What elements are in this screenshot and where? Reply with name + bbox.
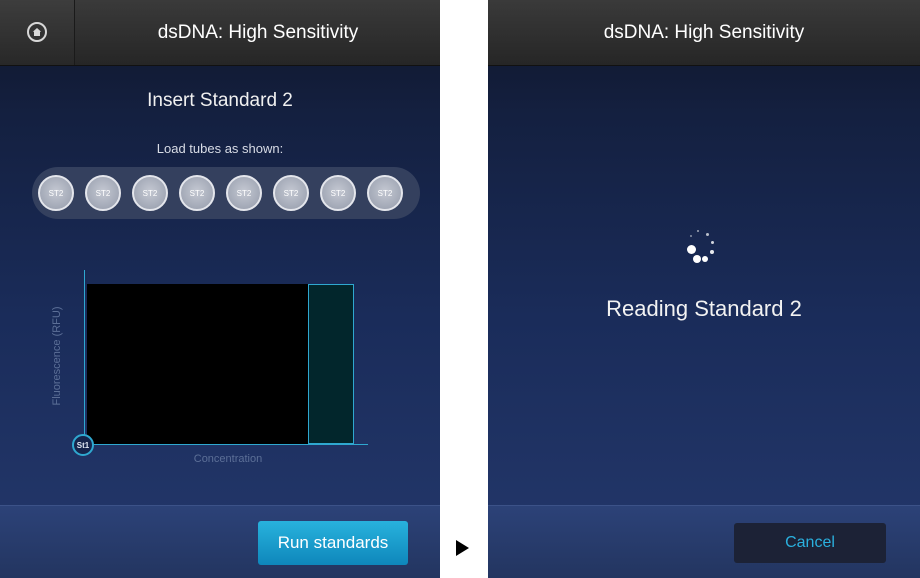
header-bar: dsDNA: High Sensitivity (0, 0, 440, 66)
home-button[interactable] (0, 0, 75, 65)
standard-insert-screen: dsDNA: High Sensitivity Insert Standard … (0, 0, 440, 578)
footer-bar: Cancel (488, 505, 920, 578)
reading-status-label: Reading Standard 2 (606, 296, 802, 321)
graph-next-standard-region (308, 284, 354, 444)
page-title: dsDNA: High Sensitivity (603, 22, 805, 43)
tube-rack: ST2 ST2 ST2 ST2 ST2 ST2 ST2 ST2 (32, 167, 420, 219)
page-title: dsDNA: High Sensitivity (157, 22, 359, 43)
tube-slot-7: ST2 (320, 175, 356, 211)
spinner-dot (706, 233, 709, 236)
y-axis (84, 270, 85, 444)
home-glyph (32, 28, 42, 36)
standards-graph: Fluorescence (RFU) Concentration St1 (40, 262, 400, 477)
tube-slot-1: ST2 (38, 175, 74, 211)
tube-slot-2: ST2 (85, 175, 121, 211)
spinner-dot (690, 235, 692, 237)
instruction-title: Insert Standard 2 (147, 90, 293, 111)
spinner-dot (697, 230, 699, 232)
tube-slot-4: ST2 (179, 175, 215, 211)
home-icon (27, 22, 47, 42)
graph-plot-area (87, 284, 308, 444)
spinner-dot (711, 241, 714, 244)
spinner-dot (702, 256, 708, 262)
standard-1-marker: St1 (72, 434, 94, 456)
spinner-dot (687, 245, 696, 254)
load-tubes-label: Load tubes as shown: (156, 141, 284, 156)
tube-slot-3: ST2 (132, 175, 168, 211)
header-bar: dsDNA: High Sensitivity (488, 0, 920, 66)
y-axis-label: Fluorescence (RFU) (51, 306, 63, 406)
spinner-dot (693, 255, 701, 263)
tube-slot-5: ST2 (226, 175, 262, 211)
cancel-button[interactable]: Cancel (734, 523, 886, 563)
play-arrow-icon (456, 540, 469, 556)
footer-bar: Run standards (0, 505, 440, 578)
tube-slot-6: ST2 (273, 175, 309, 211)
reading-standard-screen: dsDNA: High Sensitivity Reading Standard… (488, 0, 920, 578)
run-standards-button[interactable]: Run standards (258, 521, 408, 565)
loading-spinner-icon (687, 229, 716, 265)
spinner-dot (710, 250, 714, 254)
x-axis-label: Concentration (193, 453, 263, 465)
x-axis (84, 444, 368, 445)
tube-slot-8: ST2 (367, 175, 403, 211)
